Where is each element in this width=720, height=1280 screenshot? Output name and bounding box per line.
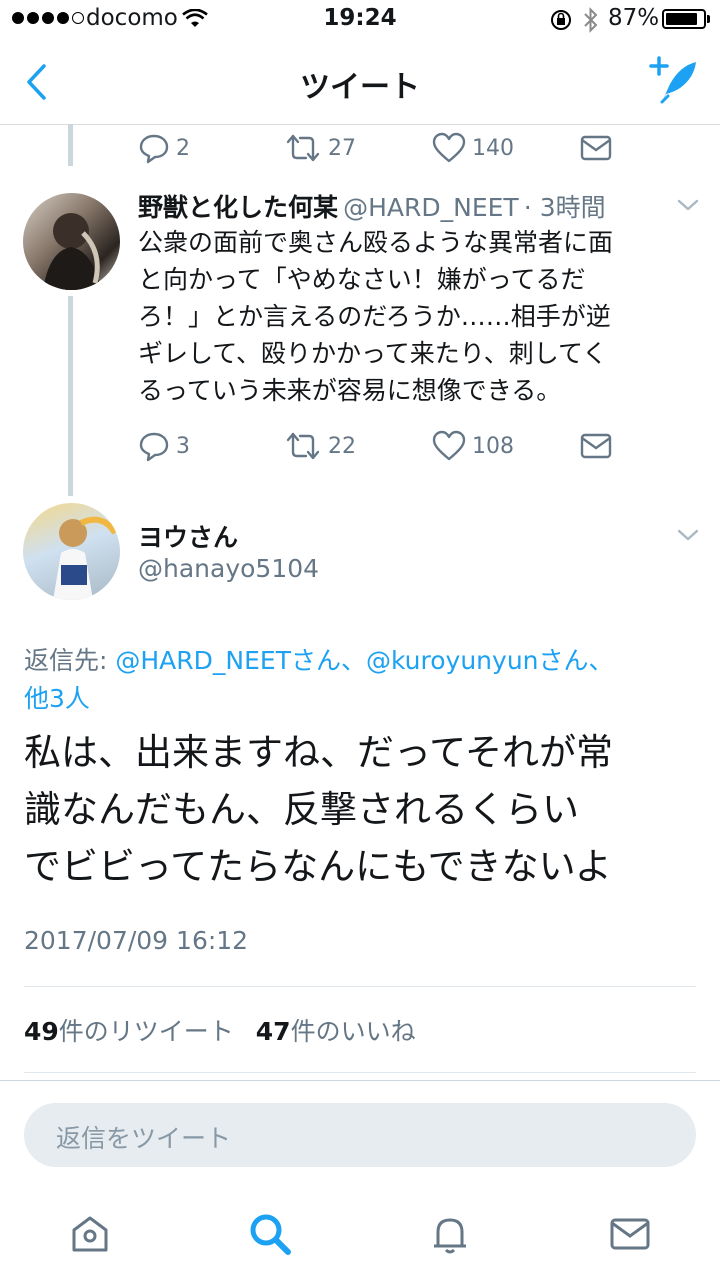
retweet-stat-label: 件のリツイート: [58, 1017, 234, 1046]
retweet-stat[interactable]: 49件のリツイート: [24, 1017, 234, 1046]
dm-share-icon[interactable]: [580, 135, 612, 161]
reply-button[interactable]: 3: [138, 430, 190, 462]
reply-button[interactable]: 2: [138, 132, 190, 164]
like-button[interactable]: 140: [432, 132, 514, 164]
reply-mentions[interactable]: @HARD_NEETさん、@kuroyunyunさん、: [115, 646, 613, 675]
like-count: 140: [472, 135, 514, 161]
tweet-text-line: るっていう未来が容易に想像できる。: [138, 376, 562, 405]
heart-icon: [432, 132, 466, 163]
retweet-icon: [286, 432, 320, 460]
thread-line: [68, 296, 73, 496]
retweet-stat-count: 49: [24, 1017, 59, 1046]
avatar-image: [53, 516, 118, 600]
reply-others-link[interactable]: 他3人: [24, 680, 704, 718]
battery-icon: [662, 9, 706, 29]
messages-icon[interactable]: [608, 1212, 652, 1256]
like-stat-count: 47: [255, 1017, 291, 1046]
avatar[interactable]: [23, 193, 120, 290]
tweet-stats: 49件のリツイート 47件のいいね: [24, 1012, 416, 1048]
bluetooth-icon: [584, 7, 598, 33]
battery-percent: 87%: [608, 5, 660, 31]
avatar[interactable]: [23, 503, 120, 600]
reply-placeholder: 返信をツイート: [56, 1124, 232, 1153]
divider: [24, 1072, 696, 1073]
reply-count: 2: [176, 135, 190, 161]
display-name[interactable]: 野獣と化した何某: [138, 193, 338, 222]
tweet-text-line: 公衆の面前で奥さん殴るような異常者に面: [138, 228, 614, 257]
tweet-text-line: ギレして、殴りかかって来たり、刺してく: [138, 339, 608, 368]
dm-share-icon[interactable]: [580, 433, 612, 459]
like-count: 108: [472, 433, 514, 459]
notifications-icon[interactable]: [428, 1212, 472, 1256]
divider: [24, 986, 696, 987]
like-button[interactable]: 108: [432, 430, 514, 462]
user-handle[interactable]: @HARD_NEET: [343, 193, 519, 222]
retweet-button[interactable]: 22: [284, 430, 356, 462]
retweet-icon: [286, 134, 320, 162]
tab-bar: [0, 1180, 720, 1280]
reply-icon: [139, 134, 169, 164]
reply-context: 返信先: @HARD_NEETさん、@kuroyunyunさん、 他3人: [24, 642, 704, 718]
main-tweet-text-line: でビビってたらなんにもできないよ: [24, 845, 612, 888]
compose-tweet-icon[interactable]: [648, 56, 700, 106]
retweet-count: 22: [328, 433, 356, 459]
display-name[interactable]: ヨウさん: [138, 518, 238, 554]
chevron-down-icon[interactable]: [676, 528, 700, 542]
reply-icon: [139, 432, 169, 462]
nav-bar: ツイート: [0, 40, 720, 125]
like-stat[interactable]: 47件のいいね: [256, 1017, 416, 1046]
status-bar: docomo 19:24 87%: [0, 0, 720, 40]
home-icon[interactable]: [68, 1212, 112, 1256]
reply-prefix: 返信先:: [24, 646, 116, 675]
reply-count: 3: [176, 433, 190, 459]
reply-input[interactable]: 返信をツイート: [24, 1103, 696, 1167]
main-tweet-text-line: 識なんだもん、反撃されるくらい: [24, 788, 579, 831]
battery-tip: [707, 15, 710, 23]
tweet-text-line: と向かって「やめなさい！嫌がってるだ: [138, 265, 586, 294]
main-tweet-text: 私は、出来ますね、だってそれが常 識なんだもん、反撃されるくらい でビビってたら…: [24, 724, 714, 895]
tweet-text: 公衆の面前で奥さん殴るような異常者に面 と向かって「やめなさい！嫌がってるだ ろ…: [138, 224, 708, 409]
tweet-text-line: ろ！」とか言えるのだろうか……相手が逆: [138, 302, 611, 331]
thread-line: [68, 124, 73, 166]
avatar-image: [43, 213, 101, 290]
retweet-count: 27: [328, 135, 356, 161]
search-icon[interactable]: [248, 1212, 292, 1256]
divider: [0, 1080, 720, 1081]
heart-icon: [432, 430, 466, 461]
page-title: ツイート: [300, 70, 420, 105]
orientation-lock-icon: [551, 10, 571, 30]
chevron-down-icon[interactable]: [676, 198, 700, 212]
tweet-timestamp: 2017/07/09 16:12: [24, 926, 249, 955]
tweet-header: 野獣と化した何某 @HARD_NEET · 3時間: [138, 188, 606, 224]
like-stat-label: 件のいいね: [290, 1017, 416, 1046]
main-tweet-text-line: 私は、出来ますね、だってそれが常: [24, 731, 614, 774]
user-handle[interactable]: @hanayo5104: [138, 554, 319, 583]
tweet-time: · 3時間: [523, 193, 606, 222]
retweet-button[interactable]: 27: [284, 132, 356, 164]
